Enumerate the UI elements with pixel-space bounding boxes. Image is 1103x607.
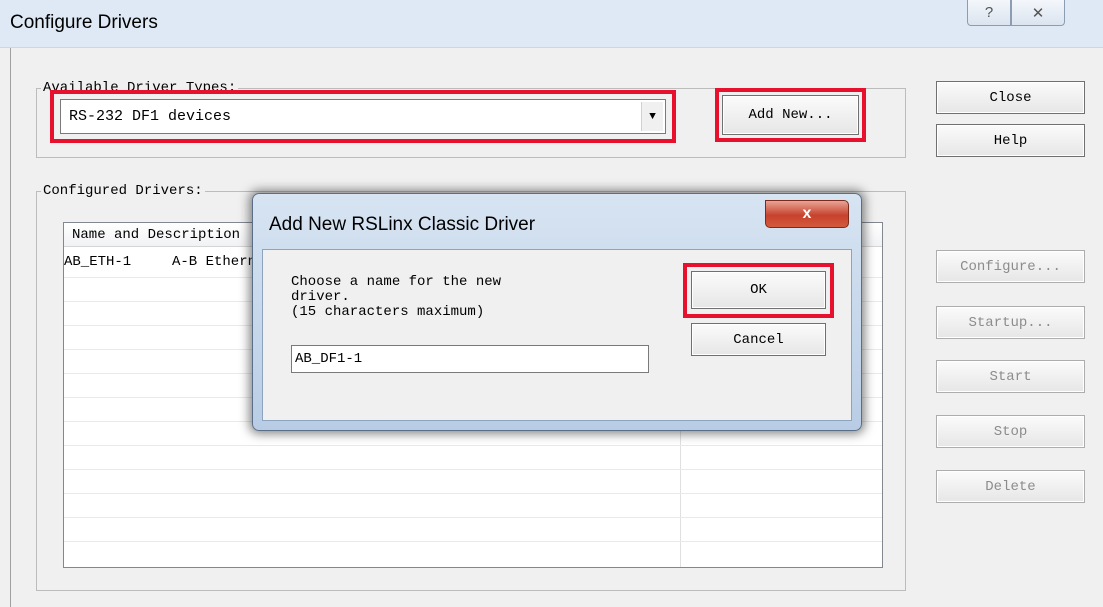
driver-name-input[interactable] [291,345,649,373]
title-bar: Configure Drivers ? ✕ [0,0,1103,48]
add-new-driver-dialog: Add New RSLinx Classic Driver x Choose a… [252,193,862,431]
startup-button[interactable]: Startup... [936,306,1085,339]
grid-line [64,469,882,470]
help-caption-button[interactable]: ? [967,0,1011,26]
configured-drivers-legend: Configured Drivers: [43,183,203,199]
grid-line [64,445,882,446]
delete-button[interactable]: Delete [936,470,1085,503]
question-icon: ? [984,4,994,21]
grid-line [64,541,882,542]
driver-type-select[interactable]: RS-232 DF1 devices ▼ [60,99,666,134]
dialog-close-button[interactable]: x [765,200,849,228]
window-left-edge [10,48,11,607]
driver-name: AB_ETH-1 [64,254,132,270]
prompt-line: (15 characters maximum) [291,304,485,320]
grid-line [64,493,882,494]
grid-line [64,517,882,518]
dialog-title: Add New RSLinx Classic Driver [269,214,536,235]
ok-button[interactable]: OK [691,271,826,309]
stop-button[interactable]: Stop [936,415,1085,448]
name-prompt: Choose a name for the new driver. (15 ch… [291,275,611,327]
close-button[interactable]: Close [936,81,1085,114]
driver-type-selected: RS-232 DF1 devices [69,108,232,125]
close-icon: x [802,205,812,222]
add-new-button[interactable]: Add New... [722,95,859,135]
start-button[interactable]: Start [936,360,1085,393]
dialog-body: Choose a name for the new driver. (15 ch… [262,249,852,421]
help-button[interactable]: Help [936,124,1085,157]
prompt-line: driver. [291,289,350,305]
close-caption-button[interactable]: ✕ [1011,0,1065,26]
window-title: Configure Drivers [10,12,158,33]
cancel-button[interactable]: Cancel [691,323,826,356]
prompt-line: Choose a name for the new [291,275,502,290]
configure-button[interactable]: Configure... [936,250,1085,283]
close-icon: ✕ [1031,4,1045,22]
dropdown-arrow-icon[interactable]: ▼ [641,102,663,131]
